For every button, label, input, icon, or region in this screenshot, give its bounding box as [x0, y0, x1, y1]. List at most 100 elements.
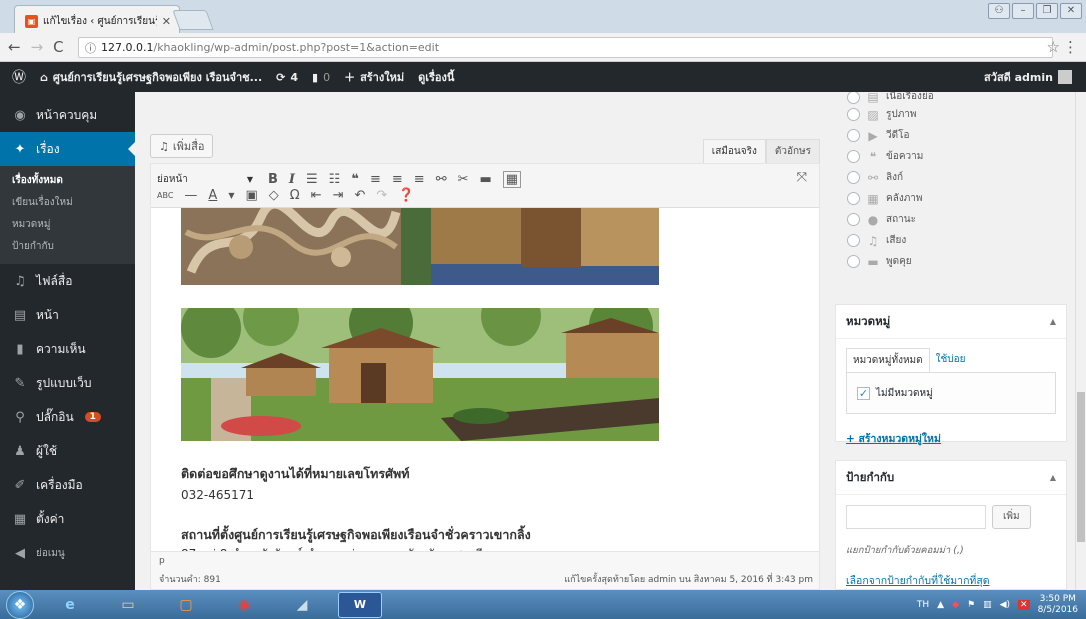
- bold-icon[interactable]: B: [268, 172, 278, 187]
- toolbar-toggle-icon[interactable]: ▦: [502, 170, 522, 188]
- editor-content[interactable]: ติดต่อขอศึกษาดูงานได้ที่หมายเลขโทรศัพท์ …: [181, 208, 801, 553]
- undo-icon[interactable]: ↶: [355, 188, 366, 203]
- align-center-icon[interactable]: ≡: [392, 172, 403, 187]
- help-icon[interactable]: ❓: [398, 188, 414, 203]
- align-left-icon[interactable]: ≡: [370, 172, 381, 187]
- new-content-link[interactable]: ＋ สร้างใหม่: [344, 68, 404, 86]
- toggle-arrow-icon[interactable]: ▲: [1050, 473, 1056, 482]
- outdent-icon[interactable]: ⇤: [311, 188, 322, 203]
- format-option-chat[interactable]: ▬ พูดคุย: [835, 251, 1070, 272]
- radio-button[interactable]: [847, 213, 860, 226]
- sidebar-item-posts[interactable]: ✦ เรื่อง: [0, 132, 135, 166]
- italic-icon[interactable]: I: [289, 172, 295, 187]
- sidebar-item-comments[interactable]: ▮ ความเห็น: [0, 332, 135, 366]
- sidebar-item-media[interactable]: ♫ ไฟล์สื่อ: [0, 264, 135, 298]
- categories-header[interactable]: หมวดหมู่ ▲: [836, 305, 1066, 339]
- submenu-all-posts[interactable]: เรื่องทั้งหมด: [0, 170, 135, 192]
- radio-button[interactable]: [847, 150, 860, 163]
- align-right-icon[interactable]: ≡: [414, 172, 425, 187]
- chevron-down-icon[interactable]: ▼: [228, 191, 234, 200]
- radio-button[interactable]: [847, 234, 860, 247]
- account-menu[interactable]: สวัสดี admin: [984, 68, 1072, 86]
- antivirus-icon[interactable]: ✕: [1018, 599, 1030, 610]
- submenu-categories[interactable]: หมวดหมู่: [0, 214, 135, 236]
- radio-button[interactable]: [847, 108, 860, 121]
- maximize-icon[interactable]: ❐: [1036, 3, 1058, 19]
- format-option-gallery[interactable]: ▦ คลังภาพ: [835, 188, 1070, 209]
- close-window-icon[interactable]: ✕: [1060, 3, 1082, 19]
- toggle-arrow-icon[interactable]: ▲: [1050, 317, 1056, 326]
- start-button-icon[interactable]: ❖: [6, 590, 34, 619]
- tab-visual[interactable]: เสมือนจริง: [702, 139, 766, 163]
- add-media-button[interactable]: ♫ เพิ่มสื่อ: [150, 134, 214, 158]
- forward-icon[interactable]: →: [31, 38, 44, 56]
- sidebar-item-plugins[interactable]: ⚲ ปลั๊กอิน 1: [0, 400, 135, 434]
- reload-icon[interactable]: C: [53, 38, 63, 56]
- tab-text[interactable]: ตัวอักษร: [765, 139, 820, 163]
- format-option-excerpt[interactable]: ▤ เนื้อเรื่องย่อ: [835, 92, 1070, 104]
- tab-all-categories[interactable]: หมวดหมู่ทั้งหมด: [846, 348, 930, 372]
- format-option-video[interactable]: ▶ วีดีโอ: [835, 125, 1070, 146]
- bookmark-star-icon[interactable]: ☆: [1047, 38, 1060, 56]
- back-icon[interactable]: ←: [8, 38, 21, 56]
- tray-expand-icon[interactable]: ▲: [937, 600, 944, 610]
- format-select[interactable]: ย่อหน้า ▼: [157, 170, 257, 188]
- read-more-icon[interactable]: ▬: [480, 172, 492, 187]
- profile-icon[interactable]: ⚇: [988, 3, 1010, 19]
- file-explorer-icon[interactable]: ▭: [106, 592, 150, 618]
- special-character-icon[interactable]: Ω: [290, 188, 300, 203]
- word-icon[interactable]: W: [338, 591, 382, 618]
- add-tag-button[interactable]: เพิ่ม: [992, 505, 1031, 529]
- text-color-icon[interactable]: A: [208, 188, 217, 203]
- scrollbar-thumb[interactable]: [1077, 392, 1085, 542]
- add-new-category-link[interactable]: + สร้างหมวดหมู่ใหม่: [846, 433, 941, 445]
- action-center-icon[interactable]: ⚑: [967, 600, 975, 610]
- paste-text-icon[interactable]: ▣: [245, 188, 257, 203]
- site-name-link[interactable]: ⌂ ศูนย์การเรียนรู้เศรษฐกิจพอเพียง เรือนจำ…: [40, 68, 262, 86]
- radio-button[interactable]: [847, 171, 860, 184]
- minimize-icon[interactable]: –: [1012, 3, 1034, 19]
- format-option-quote[interactable]: ❝ ข้อความ: [835, 146, 1070, 167]
- clear-formatting-icon[interactable]: ◇: [269, 188, 279, 203]
- format-option-audio[interactable]: ♫ เสียง: [835, 230, 1070, 251]
- submenu-tags[interactable]: ป้ายกำกับ: [0, 236, 135, 258]
- tray-app-icon[interactable]: ◆: [952, 600, 959, 610]
- internet-explorer-icon[interactable]: e: [48, 592, 92, 618]
- tags-header[interactable]: ป้ายกำกับ ▲: [836, 461, 1066, 495]
- horizontal-line-icon[interactable]: —: [184, 188, 197, 203]
- close-tab-icon[interactable]: ✕: [162, 15, 171, 28]
- choose-tags-link[interactable]: เลือกจากป้ายกำกับที่ใช้มากที่สุด: [846, 575, 990, 587]
- sidebar-item-dashboard[interactable]: ◉ หน้าควบคุม: [0, 98, 135, 132]
- app-icon[interactable]: ◢: [280, 592, 324, 618]
- insert-link-icon[interactable]: ⚯: [436, 172, 447, 187]
- chrome-icon[interactable]: ◉: [222, 592, 266, 618]
- blockquote-icon[interactable]: ❝: [351, 172, 359, 187]
- submenu-add-new[interactable]: เขียนเรื่องใหม่: [0, 192, 135, 214]
- format-option-link[interactable]: ⚯ ลิงก์: [835, 167, 1070, 188]
- remove-link-icon[interactable]: ✂: [458, 172, 469, 187]
- radio-button[interactable]: [847, 92, 860, 104]
- sidebar-item-appearance[interactable]: ✎ รูปแบบเว็บ: [0, 366, 135, 400]
- browser-menu-icon[interactable]: ⋮: [1063, 38, 1078, 56]
- radio-button[interactable]: [847, 255, 860, 268]
- category-checkbox[interactable]: ✓: [857, 386, 870, 400]
- format-option-status[interactable]: ● สถานะ: [835, 209, 1070, 230]
- clock[interactable]: 3:50 PM 8/5/2016: [1038, 594, 1078, 616]
- network-icon[interactable]: ▥: [983, 600, 992, 610]
- radio-button[interactable]: [847, 192, 860, 205]
- browser-tab[interactable]: ▣ แก้ไขเรื่อง ‹ ศูนย์การเรียนรู้เศ ✕: [14, 5, 180, 33]
- strikethrough-icon[interactable]: ABC: [157, 191, 173, 200]
- sidebar-item-users[interactable]: ♟ ผู้ใช้: [0, 434, 135, 468]
- tab-most-used[interactable]: ใช้บ่อย: [930, 348, 972, 372]
- sidebar-item-tools[interactable]: ✐ เครื่องมือ: [0, 468, 135, 502]
- sidebar-item-collapse[interactable]: ◀ ย่อเมนู: [0, 536, 135, 570]
- page-scrollbar[interactable]: [1075, 92, 1086, 590]
- info-icon[interactable]: ⓘ: [85, 40, 96, 56]
- distraction-free-icon[interactable]: ⤧: [797, 170, 807, 185]
- redo-icon[interactable]: ↷: [376, 188, 387, 203]
- updates-link[interactable]: ⟳ 4: [276, 71, 298, 84]
- sidebar-item-pages[interactable]: ▤ หน้า: [0, 298, 135, 332]
- numbered-list-icon[interactable]: ☷: [329, 172, 341, 187]
- tag-input[interactable]: [846, 505, 986, 529]
- sidebar-item-settings[interactable]: ▦ ตั้งค่า: [0, 502, 135, 536]
